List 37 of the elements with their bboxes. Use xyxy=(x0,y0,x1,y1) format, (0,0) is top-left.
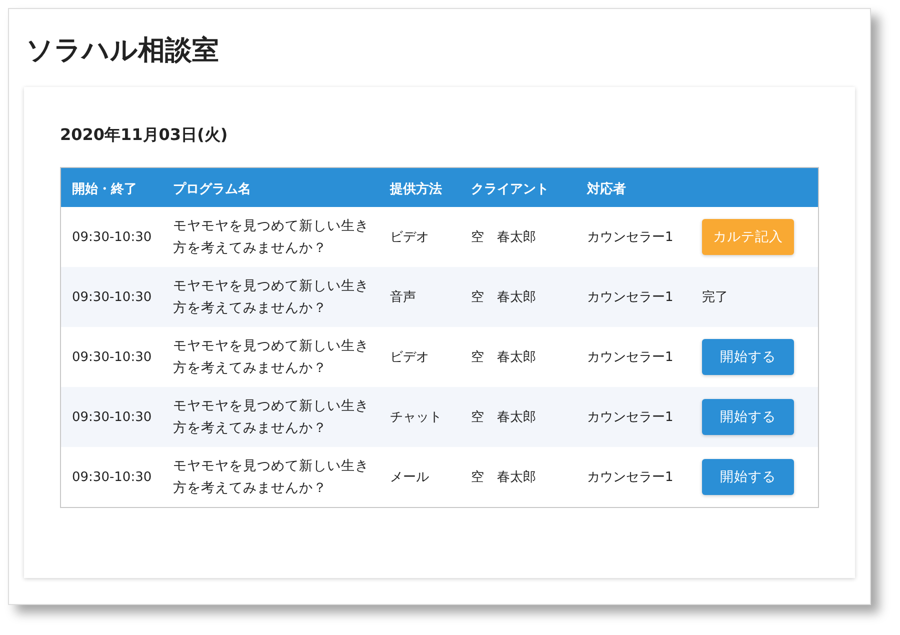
date-heading: 2020年11月03日(火) xyxy=(60,124,229,146)
table-cell: 09:30-10:30 xyxy=(72,410,152,424)
record-button[interactable]: カルテ記入 xyxy=(702,219,794,255)
table-cell: 空 春太郎 xyxy=(471,230,536,244)
table-cell: 空 春太郎 xyxy=(471,470,536,484)
column-header: プログラム名 xyxy=(173,182,251,196)
table-cell-text: モヤモヤを見つめて新しい生き方を考えてみませんか？ xyxy=(173,217,370,258)
table-cell: 09:30-10:30 xyxy=(72,470,152,484)
table-cell: カウンセラー1 xyxy=(587,410,674,424)
page-title: ソラハル相談室 xyxy=(25,34,220,68)
table-cell: メール xyxy=(390,470,429,484)
table-cell: 空 春太郎 xyxy=(471,290,536,304)
table-cell: 09:30-10:30 xyxy=(72,290,152,304)
table-cell: カウンセラー1 xyxy=(587,230,674,244)
table-cell-text: モヤモヤを見つめて新しい生き方を考えてみませんか？ xyxy=(173,457,370,498)
column-header: 開始・終了 xyxy=(72,182,137,196)
table-cell: ビデオ xyxy=(390,350,429,364)
table-cell: カウンセラー1 xyxy=(587,350,674,364)
table-cell-text: モヤモヤを見つめて新しい生き方を考えてみませんか？ xyxy=(173,397,370,438)
column-header: 提供方法 xyxy=(390,182,442,196)
status-text: 完了 xyxy=(702,290,728,304)
table-cell-text: モヤモヤを見つめて新しい生き方を考えてみませんか？ xyxy=(173,337,370,378)
column-header: クライアント xyxy=(471,182,549,196)
table-cell: 空 春太郎 xyxy=(471,410,536,424)
column-header: 対応者 xyxy=(587,182,626,196)
start-button[interactable]: 開始する xyxy=(702,339,794,375)
start-button[interactable]: 開始する xyxy=(702,459,794,495)
table-cell: 空 春太郎 xyxy=(471,350,536,364)
table-cell: 09:30-10:30 xyxy=(72,230,152,244)
table-cell: カウンセラー1 xyxy=(587,290,674,304)
table-cell: チャット xyxy=(390,410,442,424)
table-cell: 09:30-10:30 xyxy=(72,350,152,364)
table-cell-text: モヤモヤを見つめて新しい生き方を考えてみませんか？ xyxy=(173,277,370,318)
start-button[interactable]: 開始する xyxy=(702,399,794,435)
table-cell: ビデオ xyxy=(390,230,429,244)
table-cell: カウンセラー1 xyxy=(587,470,674,484)
table-cell: 音声 xyxy=(390,290,416,304)
